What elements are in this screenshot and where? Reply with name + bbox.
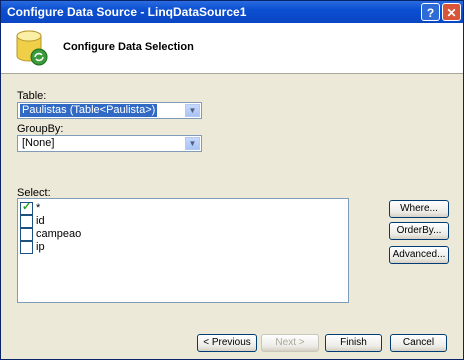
cancel-button[interactable]: Cancel bbox=[390, 334, 447, 352]
table-select-value: Paulistas (Table<Paulista>) bbox=[20, 104, 158, 117]
select-fields-list[interactable]: * id campeao ip bbox=[17, 198, 349, 303]
groupby-select[interactable]: [None] ▼ bbox=[17, 135, 202, 152]
page-title: Configure Data Selection bbox=[63, 41, 194, 53]
where-button[interactable]: Where... bbox=[389, 200, 449, 218]
finish-button[interactable]: Finish bbox=[325, 334, 382, 352]
next-button[interactable]: Next > bbox=[261, 334, 319, 352]
chevron-down-icon[interactable]: ▼ bbox=[185, 137, 200, 150]
groupby-label: GroupBy: bbox=[17, 123, 64, 135]
database-icon bbox=[16, 30, 48, 66]
checkbox[interactable] bbox=[20, 215, 33, 228]
advanced-button[interactable]: Advanced... bbox=[389, 246, 449, 264]
window-title: Configure Data Source - LinqDataSource1 bbox=[7, 5, 247, 19]
title-bar[interactable]: Configure Data Source - LinqDataSource1 … bbox=[1, 1, 463, 23]
checkbox[interactable] bbox=[20, 200, 33, 215]
close-button[interactable]: ✕ bbox=[442, 3, 461, 21]
wizard-header: Configure Data Selection bbox=[1, 23, 463, 74]
table-select[interactable]: Paulistas (Table<Paulista>) ▼ bbox=[17, 102, 202, 119]
help-button[interactable]: ? bbox=[421, 3, 440, 21]
groupby-select-value: [None] bbox=[22, 137, 55, 149]
dialog-window: Configure Data Source - LinqDataSource1 … bbox=[0, 0, 464, 360]
table-label: Table: bbox=[17, 90, 47, 102]
chevron-down-icon[interactable]: ▼ bbox=[185, 104, 200, 117]
checkbox[interactable] bbox=[20, 228, 33, 241]
checkbox[interactable] bbox=[20, 241, 33, 254]
orderby-button[interactable]: OrderBy... bbox=[389, 222, 449, 240]
previous-button[interactable]: < Previous bbox=[197, 334, 257, 352]
